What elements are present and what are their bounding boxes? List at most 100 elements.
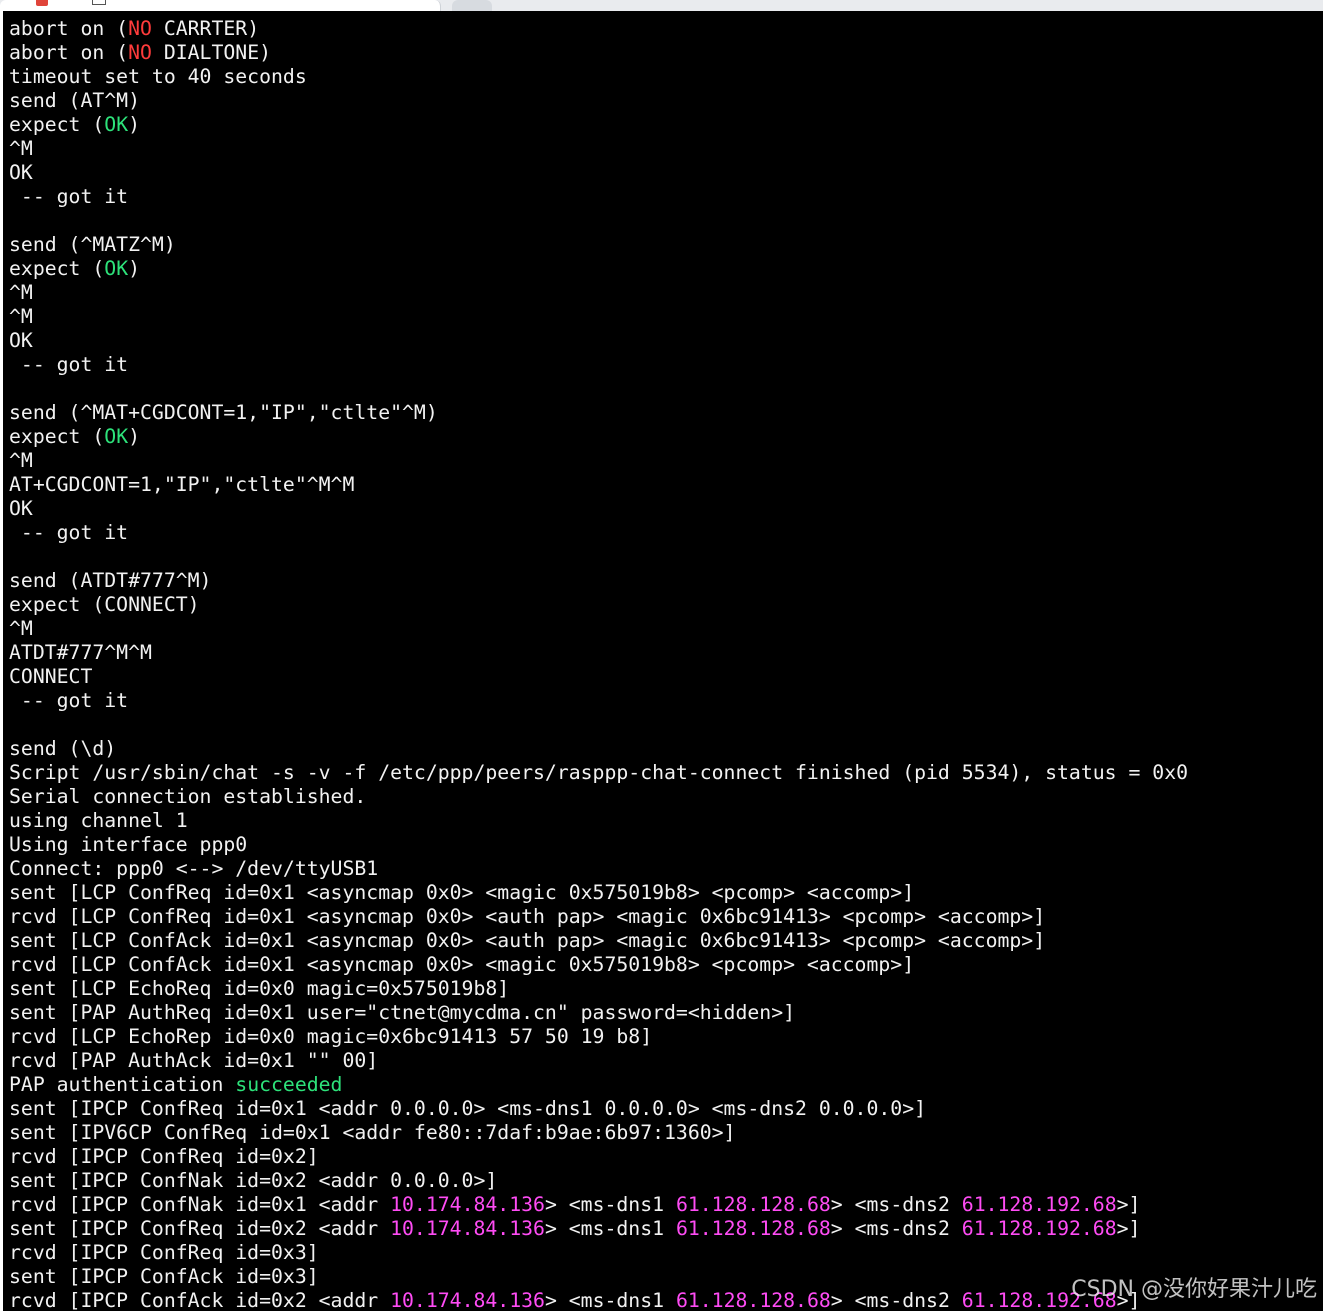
terminal-text: ^M (9, 617, 33, 640)
terminal-text: sent [LCP EchoReq id=0x0 magic=0x575019b… (9, 977, 510, 1000)
terminal-text: Script /usr/sbin/chat -s -v -f /etc/ppp/… (9, 761, 1189, 784)
terminal-text: > <ms-dns1 (544, 1289, 676, 1311)
terminal-text: expect ( (9, 425, 105, 448)
terminal-line: send (\d) (9, 737, 1323, 761)
terminal-text: 61.128.192.68 (961, 1217, 1117, 1240)
terminal-line: Using interface ppp0 (9, 833, 1323, 857)
terminal-line: -- got it (9, 689, 1323, 713)
terminal-text: ^M (9, 281, 33, 304)
terminal-text: sent [IPCP ConfNak id=0x2 <addr 0.0.0.0>… (9, 1169, 498, 1192)
terminal-icon (92, 0, 106, 5)
terminal-line: rcvd [LCP ConfReq id=0x1 <asyncmap 0x0> … (9, 905, 1323, 929)
terminal-text: DIALTONE) (151, 41, 272, 64)
terminal-line: abort on (NO CARRTER) (9, 17, 1323, 41)
terminal-line: send (^MAT+CGDCONT=1,"IP","ctlte"^M) (9, 401, 1323, 425)
terminal-text: succeeded (235, 1073, 343, 1096)
terminal-text: AT+CGDCONT=1,"IP","ctlte"^M^M (9, 473, 355, 496)
terminal-text: send (\d) (9, 737, 117, 760)
terminal-line: sent [LCP ConfReq id=0x1 <asyncmap 0x0> … (9, 881, 1323, 905)
terminal-text: > <ms-dns2 (830, 1289, 962, 1311)
terminal-text: send (^MAT+CGDCONT=1,"IP","ctlte"^M) (9, 401, 438, 424)
terminal-line: using channel 1 (9, 809, 1323, 833)
terminal-text: -- got it (9, 689, 129, 712)
terminal-output: abort on (NO CARRTER) abort on (NO DIALTO… (3, 11, 1323, 1311)
terminal-line: ^M (9, 137, 1323, 161)
terminal-text: 61.128.128.68 (675, 1289, 831, 1311)
terminal-text: 10.174.84.136 (390, 1217, 545, 1240)
terminal-line: rcvd [IPCP ConfNak id=0x1 <addr 10.174.8… (9, 1193, 1323, 1217)
terminal-line: sent [IPCP ConfReq id=0x1 <addr 0.0.0.0>… (9, 1097, 1323, 1121)
terminal-text: OK (9, 329, 33, 352)
terminal-text: > <ms-dns2 (830, 1193, 962, 1216)
terminal-line: sent [LCP EchoReq id=0x0 magic=0x575019b… (9, 977, 1323, 1001)
terminal-line: sent [IPCP ConfReq id=0x2 <addr 10.174.8… (9, 1217, 1323, 1241)
terminal-text: OK (9, 161, 33, 184)
terminal-text: Serial connection established. (9, 785, 367, 808)
terminal-text: NO (128, 17, 152, 40)
terminal-text: >] (1116, 1217, 1141, 1240)
terminal-text: -- got it (9, 353, 129, 376)
terminal-text: ^M (9, 305, 33, 328)
terminal-line: -- got it (9, 353, 1323, 377)
terminal-text: sent [IPCP ConfAck id=0x3] (9, 1265, 319, 1288)
terminal-line: sent [IPV6CP ConfReq id=0x1 <addr fe80::… (9, 1121, 1323, 1145)
terminal-text: rcvd [IPCP ConfAck id=0x2 <addr (9, 1289, 391, 1311)
session-tab-active[interactable] (0, 0, 441, 11)
terminal-text: Using interface ppp0 (9, 833, 248, 856)
terminal-line: Connect: ppp0 <--> /dev/ttyUSB1 (9, 857, 1323, 881)
terminal-text: send (^MATZ^M) (9, 233, 176, 256)
terminal-text: rcvd [IPCP ConfReq id=0x2] (9, 1145, 319, 1168)
terminal-text: OK (104, 425, 129, 448)
terminal-text: PAP authentication (9, 1073, 236, 1096)
terminal-text: 61.128.128.68 (675, 1193, 831, 1216)
terminal-line: rcvd [IPCP ConfReq id=0x3] (9, 1241, 1323, 1265)
terminal-text: ATDT#777^M^M (9, 641, 152, 664)
terminal-line: rcvd [PAP AuthAck id=0x1 "" 00] (9, 1049, 1323, 1073)
terminal-line: PAP authentication succeeded (9, 1073, 1323, 1097)
terminal-line: timeout set to 40 seconds (9, 65, 1323, 89)
terminal-text: OK (104, 113, 129, 136)
terminal-text: > <ms-dns2 (830, 1217, 962, 1240)
terminal-line: expect (OK) (9, 113, 1323, 137)
terminal-text: send (ATDT#777^M) (9, 569, 212, 592)
terminal-text: 61.128.128.68 (675, 1217, 831, 1240)
terminal-line: ^M (9, 281, 1323, 305)
terminal-text: sent [IPCP ConfReq id=0x2 <addr (9, 1217, 391, 1240)
terminal-line: OK (9, 329, 1323, 353)
terminal-line: CONNECT (9, 665, 1323, 689)
watermark: CSDN @没你好果汁儿吃 (1071, 1277, 1317, 1302)
terminal-line: expect (OK) (9, 257, 1323, 281)
terminal-line: rcvd [IPCP ConfReq id=0x2] (9, 1145, 1323, 1169)
terminal-text: CONNECT (9, 665, 93, 688)
terminal-text: sent [IPCP ConfReq id=0x1 <addr 0.0.0.0>… (9, 1097, 927, 1120)
terminal-line: ^M (9, 617, 1323, 641)
terminal-text: rcvd [LCP ConfAck id=0x1 <asyncmap 0x0> … (9, 953, 915, 976)
terminal-text: CARRTER) (151, 17, 260, 40)
tab-bar (0, 0, 1323, 11)
terminal-text: ) (128, 113, 141, 136)
terminal-text: -- got it (9, 185, 129, 208)
session-icon (36, 0, 48, 6)
terminal-text: > <ms-dns1 (544, 1217, 676, 1240)
terminal-text: OK (9, 497, 33, 520)
new-tab-button[interactable] (452, 0, 492, 11)
terminal-line: expect (OK) (9, 425, 1323, 449)
terminal-text: expect ( (9, 113, 105, 136)
terminal-text: expect ( (9, 257, 105, 280)
terminal-text: sent [IPV6CP ConfReq id=0x1 <addr fe80::… (9, 1121, 736, 1144)
terminal-text: rcvd [IPCP ConfReq id=0x3] (9, 1241, 319, 1264)
terminal-line: send (^MATZ^M) (9, 233, 1323, 257)
terminal-line: rcvd [LCP EchoRep id=0x0 magic=0x6bc9141… (9, 1025, 1323, 1049)
terminal-line: AT+CGDCONT=1,"IP","ctlte"^M^M (9, 473, 1323, 497)
terminal-text: rcvd [PAP AuthAck id=0x1 "" 00] (9, 1049, 379, 1072)
terminal-line: sent [IPCP ConfNak id=0x2 <addr 0.0.0.0>… (9, 1169, 1323, 1193)
terminal-line: rcvd [LCP ConfAck id=0x1 <asyncmap 0x0> … (9, 953, 1323, 977)
terminal-text: 10.174.84.136 (390, 1193, 545, 1216)
terminal-window[interactable]: abort on (NO CARRTER) abort on (NO DIALTO… (3, 11, 1323, 1311)
terminal-text: >] (1116, 1193, 1141, 1216)
terminal-text: expect (CONNECT) (9, 593, 200, 616)
terminal-text: ) (128, 257, 141, 280)
terminal-line: ^M (9, 449, 1323, 473)
